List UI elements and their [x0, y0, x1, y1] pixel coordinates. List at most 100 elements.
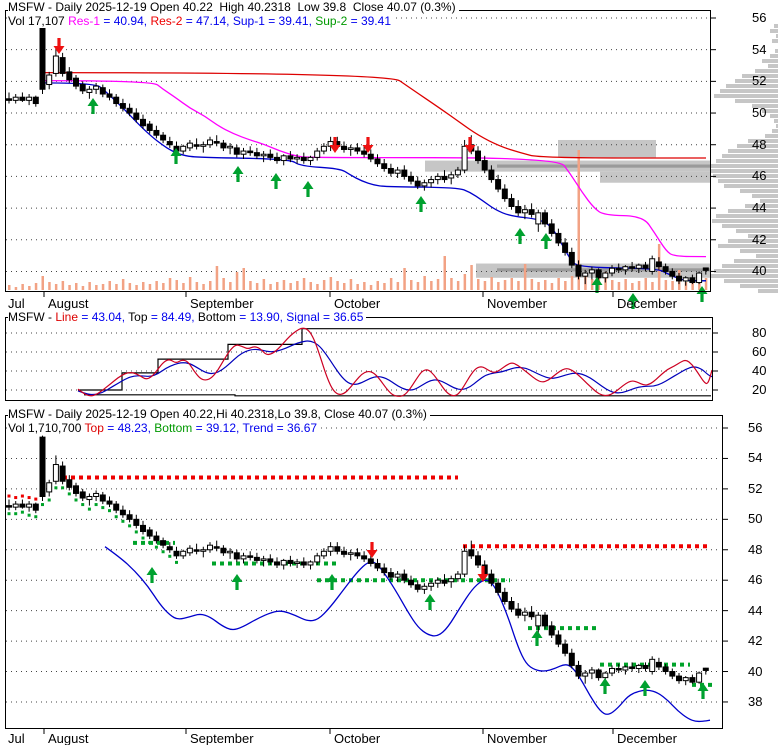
candle [79, 84, 86, 92]
volume-bar [262, 279, 266, 290]
low-marker-dot [175, 560, 178, 564]
candle-lower [521, 611, 528, 616]
candle [106, 93, 113, 98]
candle [247, 150, 254, 154]
volume-profile-bar [722, 264, 778, 268]
candle-lower [327, 546, 334, 552]
volume-bar [497, 282, 500, 290]
candle [542, 212, 548, 225]
volume-bar [121, 279, 125, 290]
candle [26, 96, 33, 101]
title-segment: Trend [242, 421, 274, 435]
volume-profile-bar [770, 114, 778, 118]
high-marker-dot [34, 497, 38, 501]
candle-lower [635, 664, 642, 669]
candle-lower [669, 671, 676, 677]
volume-bar [624, 279, 627, 290]
volume-profile-bar [724, 184, 778, 188]
volume-profile-bar [752, 194, 778, 198]
candle-lower [441, 579, 448, 584]
volume-bar [704, 278, 708, 290]
candle-lower [307, 561, 314, 566]
candle [12, 96, 19, 101]
title-segment: Bottom [197, 310, 236, 324]
y-axis-label: 20 [752, 382, 767, 397]
low-marker-dot [81, 503, 85, 507]
volume-bar [249, 281, 252, 290]
volume-profile-bar [740, 189, 778, 193]
month-label: August [48, 731, 89, 745]
low-marker-dot [121, 519, 125, 523]
month-label: September [190, 296, 254, 311]
candle [622, 266, 629, 271]
stock-chart-application: MSFW - Daily 2025-12-19 Open 40.22 High … [0, 0, 780, 745]
candle-lower [408, 579, 414, 586]
candle-lower [207, 544, 213, 551]
month-label: Jul [8, 296, 25, 311]
charts-canvas[interactable] [0, 0, 780, 745]
low-marker-dot [20, 510, 24, 514]
candle [381, 163, 388, 169]
volume-bar [470, 265, 473, 290]
candle-lower [381, 567, 388, 574]
volume-bar [423, 276, 426, 290]
volume-bar [611, 280, 614, 290]
candle-lower [689, 677, 696, 683]
volume-bar [564, 281, 567, 290]
candle [6, 98, 12, 101]
candle [19, 96, 26, 101]
candle [207, 139, 213, 146]
low-marker-dot [27, 513, 31, 517]
low-marker-dot [41, 503, 44, 507]
y-axis-label: 52 [748, 480, 763, 496]
candle-lower [32, 503, 39, 511]
candle [414, 180, 421, 187]
title-segment: Res-1 [68, 14, 101, 28]
candle [307, 156, 314, 162]
title-segment: Vol 1,710,700 [8, 421, 85, 435]
candle-lower [133, 518, 140, 526]
candle [655, 261, 662, 268]
candle-lower [387, 572, 394, 578]
candle [635, 264, 642, 269]
volume-profile-bar [735, 99, 778, 103]
candle-lower [186, 547, 193, 554]
candle-lower [367, 558, 374, 564]
volume-bar [202, 284, 205, 290]
volume-bar [530, 279, 534, 290]
volume-bar [95, 285, 98, 290]
volume-bar [162, 283, 165, 290]
candle-lower [86, 495, 93, 501]
candle [595, 269, 602, 279]
volume-profile-bar [711, 164, 778, 168]
volume-bar [81, 286, 85, 290]
volume-bar [115, 284, 118, 290]
volume-profile-bar [718, 244, 778, 248]
candle [515, 205, 522, 214]
candle-lower [676, 675, 682, 682]
high-marker-dot [14, 496, 18, 500]
high-marker-dot [20, 494, 24, 498]
volume-profile-bar [762, 59, 778, 63]
volume-bar [34, 283, 38, 290]
candle-lower [414, 584, 421, 590]
candle-lower [233, 552, 240, 560]
sell-arrow-icon [53, 38, 65, 54]
title-segment: = 48.23, [103, 421, 155, 435]
volume-profile-bar [774, 24, 778, 28]
volume-bar [108, 281, 111, 290]
volume-profile-bar [713, 174, 778, 178]
candle [387, 167, 394, 174]
month-label: December [617, 296, 677, 311]
candle [461, 145, 468, 171]
volume-bar [309, 282, 312, 290]
low-marker-dot [7, 512, 11, 516]
candle-lower [79, 491, 86, 499]
volume-bar [28, 286, 31, 290]
buy-arrow-icon [232, 166, 244, 182]
month-label: Jul [8, 731, 25, 745]
candle-lower [655, 661, 662, 668]
candle-lower [488, 573, 495, 584]
y-axis-label: 54 [752, 41, 767, 57]
title-segment: = 84.49, [147, 310, 198, 324]
